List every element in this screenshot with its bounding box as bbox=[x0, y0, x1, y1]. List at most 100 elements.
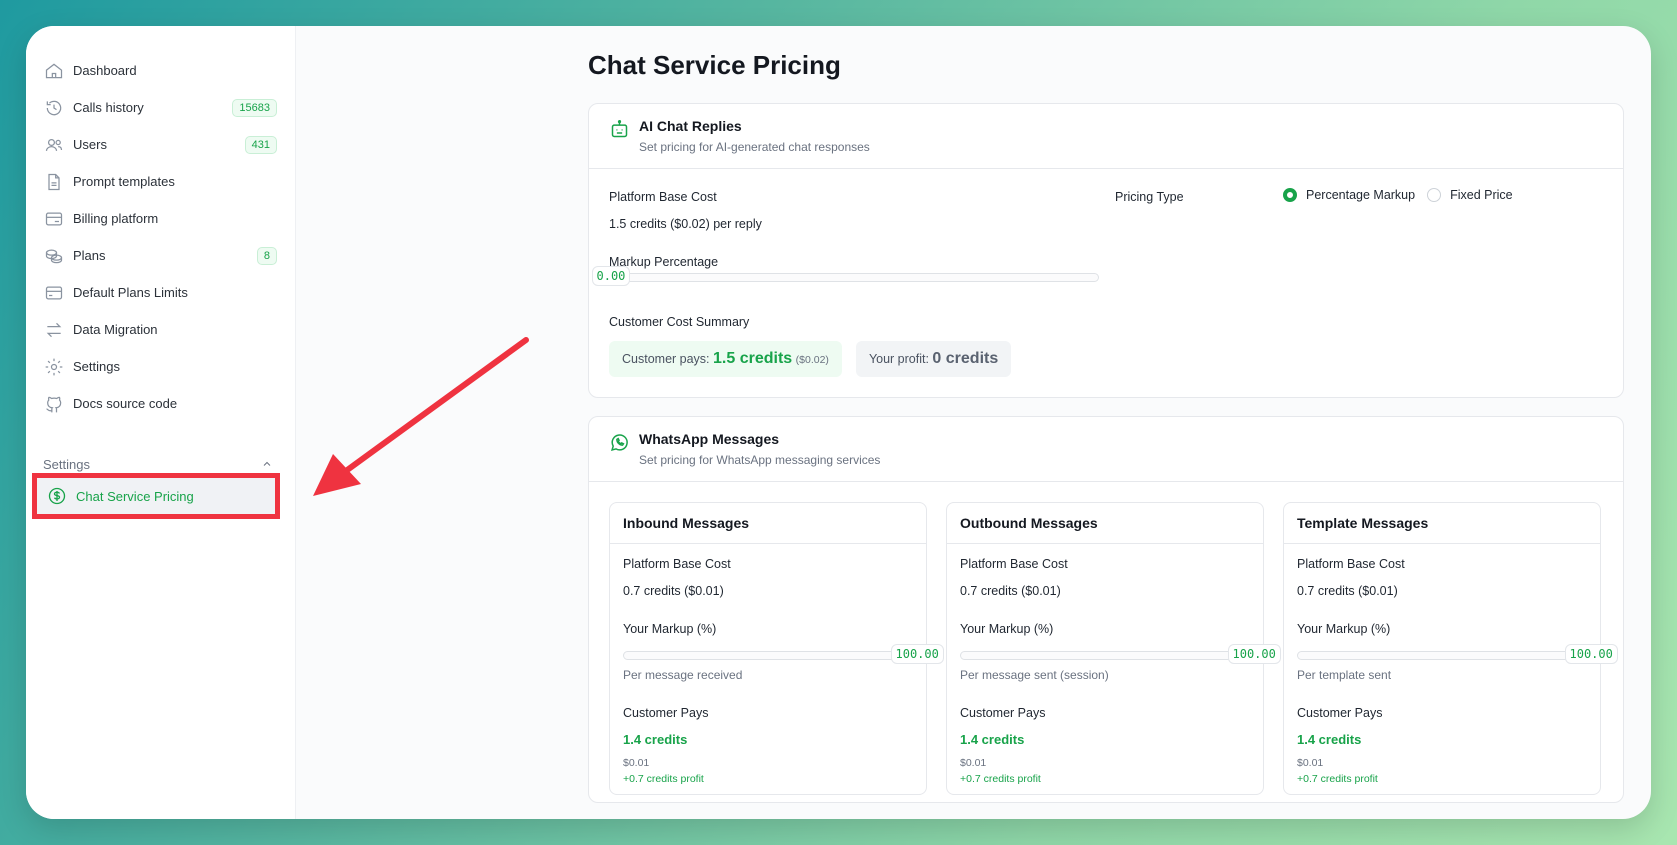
pricing-type-radio-group: Percentage Markup Fixed Price bbox=[1283, 188, 1525, 202]
customer-pays-label: Customer pays: bbox=[622, 352, 710, 366]
document-icon bbox=[43, 171, 65, 193]
pricing-note: Per message sent (session) bbox=[960, 668, 1109, 682]
summary-label: Customer Cost Summary bbox=[609, 315, 750, 329]
customer-pays-credits: 1.4 credits bbox=[1297, 732, 1362, 747]
sub-card-title: Template Messages bbox=[1284, 503, 1600, 544]
chevron-up-icon bbox=[263, 461, 271, 466]
base-cost-value: 0.7 credits ($0.01) bbox=[623, 584, 724, 598]
markup-slider[interactable]: 100.00 bbox=[623, 644, 944, 664]
count-badge: 431 bbox=[244, 135, 277, 154]
sidebar-item-label: Docs source code bbox=[73, 396, 178, 411]
card-title: WhatsApp Messages bbox=[639, 431, 780, 447]
app-window: Dashboard Calls history 15683 Users 431 … bbox=[26, 26, 1651, 819]
customer-pays-usd: $0.01 bbox=[623, 757, 650, 769]
slider-value[interactable]: 0.00 bbox=[591, 266, 631, 286]
markup-label: Your Markup (%) bbox=[623, 622, 717, 636]
whatsapp-card-body: Inbound Messages Platform Base Cost 0.7 … bbox=[589, 482, 1623, 802]
annotation-arrow bbox=[313, 337, 529, 496]
card-title: AI Chat Replies bbox=[639, 118, 742, 134]
customer-pays-credits: 1.5 credits bbox=[713, 350, 793, 367]
sidebar-item-default-plans-limits[interactable]: Default Plans Limits bbox=[38, 274, 283, 311]
card-header: AI Chat Replies Set pricing for AI-gener… bbox=[589, 104, 1623, 169]
pricing-type-label: Pricing Type bbox=[1115, 190, 1184, 204]
markup-label: Your Markup (%) bbox=[1297, 622, 1391, 636]
section-label: Settings bbox=[43, 456, 90, 472]
customer-pays-label: Customer Pays bbox=[1297, 706, 1383, 720]
customer-pays-usd: $0.01 bbox=[960, 757, 987, 769]
home-icon bbox=[43, 60, 65, 82]
arrows-swap-icon bbox=[43, 319, 65, 341]
sidebar-item-label: Users bbox=[73, 137, 107, 152]
robot-icon bbox=[609, 119, 631, 141]
sidebar: Dashboard Calls history 15683 Users 431 … bbox=[26, 26, 296, 819]
slider-value[interactable]: 100.00 bbox=[890, 644, 944, 664]
sidebar-item-settings[interactable]: Settings bbox=[38, 348, 283, 385]
card-header: WhatsApp Messages Set pricing for WhatsA… bbox=[589, 417, 1623, 482]
markup-slider[interactable]: 0.00 bbox=[591, 266, 1099, 286]
sidebar-item-prompt-templates[interactable]: Prompt templates bbox=[38, 163, 283, 200]
base-cost-label: Platform Base Cost bbox=[960, 557, 1068, 571]
slider-value[interactable]: 100.00 bbox=[1227, 644, 1281, 664]
sidebar-item-calls-history[interactable]: Calls history 15683 bbox=[38, 89, 283, 126]
markup-label: Your Markup (%) bbox=[960, 622, 1054, 636]
slider-track[interactable] bbox=[1297, 651, 1589, 660]
ai-chat-replies-card: AI Chat Replies Set pricing for AI-gener… bbox=[588, 103, 1624, 398]
customer-pays-label: Customer Pays bbox=[623, 706, 709, 720]
radio-dot[interactable] bbox=[1427, 188, 1442, 202]
customer-pays-credits: 1.4 credits bbox=[960, 732, 1025, 747]
outbound-messages-card: Outbound Messages Platform Base Cost 0.7… bbox=[946, 502, 1281, 795]
pricing-note: Per template sent bbox=[1297, 668, 1392, 682]
base-cost-value: 0.7 credits ($0.01) bbox=[960, 584, 1061, 598]
customer-pays-usd: ($0.02) bbox=[795, 354, 829, 366]
sidebar-item-users[interactable]: Users 431 bbox=[38, 126, 283, 163]
sidebar-item-billing-platform[interactable]: Billing platform bbox=[38, 200, 283, 237]
base-cost-value: 1.5 credits ($0.02) per reply bbox=[609, 217, 762, 231]
profit-label: Your profit: bbox=[868, 352, 929, 366]
markup-slider[interactable]: 100.00 bbox=[1297, 644, 1618, 664]
markup-label: Markup Percentage bbox=[609, 255, 719, 269]
sidebar-item-chat-service-pricing[interactable]: Chat Service Pricing bbox=[32, 473, 280, 519]
slider-value[interactable]: 100.00 bbox=[1564, 644, 1618, 664]
markup-slider[interactable]: 100.00 bbox=[960, 644, 1281, 664]
count-badge: 8 bbox=[256, 246, 277, 265]
coins-icon bbox=[43, 245, 65, 267]
card-subtitle: Set pricing for AI-generated chat respon… bbox=[639, 140, 870, 154]
page-title: Chat Service Pricing bbox=[588, 50, 841, 80]
slider-track[interactable] bbox=[623, 651, 915, 660]
sidebar-item-label: Data Migration bbox=[73, 322, 158, 337]
sidebar-item-plans[interactable]: Plans 8 bbox=[38, 237, 283, 274]
sub-card-title: Outbound Messages bbox=[947, 503, 1263, 544]
sidebar-item-data-migration[interactable]: Data Migration bbox=[38, 311, 283, 348]
customer-pays-credits: 1.4 credits bbox=[623, 732, 688, 747]
sidebar-item-label: Default Plans Limits bbox=[73, 285, 188, 300]
radio-label: Fixed Price bbox=[1450, 188, 1513, 202]
sidebar-item-docs-source-code[interactable]: Docs source code bbox=[38, 385, 283, 422]
radio-percentage-markup[interactable]: Percentage Markup bbox=[1283, 188, 1415, 202]
inbound-messages-card: Inbound Messages Platform Base Cost 0.7 … bbox=[609, 502, 944, 795]
profit-summary: Your profit: 0 credits bbox=[855, 341, 1012, 377]
settings-section-header[interactable]: Settings bbox=[43, 454, 273, 474]
customer-pays-summary: Customer pays: 1.5 credits ($0.02) bbox=[609, 341, 842, 377]
sidebar-item-dashboard[interactable]: Dashboard bbox=[38, 52, 283, 89]
card-subtitle: Set pricing for WhatsApp messaging servi… bbox=[639, 453, 881, 467]
slider-track[interactable] bbox=[960, 651, 1252, 660]
main-content: Chat Service Pricing AI Chat Replies Set… bbox=[588, 50, 1638, 819]
github-icon bbox=[43, 393, 65, 415]
users-icon bbox=[43, 134, 65, 156]
profit-note: +0.7 credits profit bbox=[960, 773, 1041, 785]
sidebar-item-label: Calls history bbox=[73, 100, 144, 115]
template-messages-card: Template Messages Platform Base Cost 0.7… bbox=[1283, 502, 1618, 795]
radio-fixed-price[interactable]: Fixed Price bbox=[1427, 188, 1513, 202]
whatsapp-icon bbox=[609, 432, 631, 454]
sidebar-item-label: Dashboard bbox=[73, 63, 137, 78]
sidebar-item-label: Plans bbox=[73, 248, 106, 263]
base-cost-label: Platform Base Cost bbox=[623, 557, 731, 571]
pricing-note: Per message received bbox=[623, 668, 743, 682]
sidebar-item-label: Chat Service Pricing bbox=[76, 488, 194, 504]
slider-track[interactable] bbox=[609, 273, 1099, 282]
count-badge: 15683 bbox=[232, 98, 277, 117]
profit-note: +0.7 credits profit bbox=[1297, 773, 1378, 785]
billing-icon bbox=[43, 208, 65, 230]
radio-dot-selected[interactable] bbox=[1283, 188, 1297, 202]
ai-card-body: Platform Base Cost 1.5 credits ($0.02) p… bbox=[589, 169, 1623, 397]
